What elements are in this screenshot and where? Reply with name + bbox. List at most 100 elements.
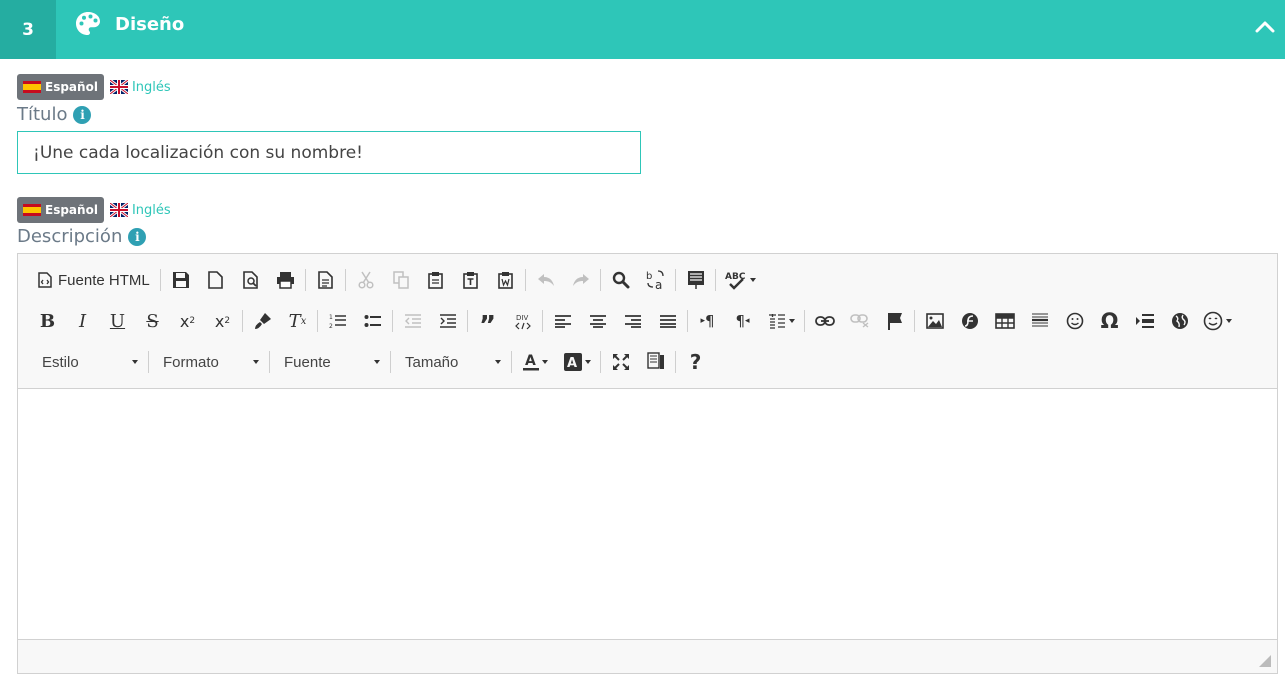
create-div-button[interactable]: DIV [505,306,540,336]
section-header[interactable]: 3 Diseño [0,0,1285,59]
info-icon[interactable]: i [73,105,92,124]
remove-format-button[interactable]: Tx [280,306,315,336]
cut-button[interactable] [348,265,383,295]
indent-button[interactable] [430,306,465,336]
smiley-icon [1066,312,1083,330]
toolbar-separator [345,269,346,291]
templates-button[interactable] [308,265,343,295]
print-icon [277,272,294,289]
align-left-button[interactable] [545,306,580,336]
blockquote-button[interactable]: ” [470,306,505,341]
copy-button[interactable] [383,265,418,295]
link-button[interactable] [807,306,842,336]
paste-word-icon [497,272,513,289]
paste-word-button[interactable] [488,265,523,295]
new-page-icon [208,271,223,289]
page-break-button[interactable] [1127,306,1162,336]
text-direction-ltr-button[interactable]: ▸ ¶ [690,306,725,336]
show-blocks-button[interactable] [638,347,673,377]
chevron-up-icon[interactable] [1253,15,1277,39]
help-button[interactable]: ? [678,347,713,377]
outdent-button[interactable] [395,306,430,336]
align-center-icon [589,315,606,328]
align-right-button[interactable] [615,306,650,336]
template-icon [318,271,333,289]
link-icon [814,316,835,326]
copy-format-button[interactable] [245,306,280,336]
flag-icon [887,313,902,330]
chevron-down-icon [374,360,380,364]
format-combo[interactable]: Formato [151,347,267,377]
language-tab-english[interactable]: Inglés [109,79,171,95]
text-direction-rtl-button[interactable]: ¶ ◂ [725,306,760,336]
horizontal-rule-icon [1031,313,1048,327]
strikethrough-button[interactable]: S [135,306,170,336]
language-switcher-title: Español Inglés [17,74,171,100]
italic-button[interactable]: I [65,306,100,336]
language-tab-spanish[interactable]: Español [17,74,104,100]
style-combo[interactable]: Estilo [30,347,146,377]
toolbar-row-3: Estilo Formato Fuente Tamaño A A ? [30,347,713,377]
find-button[interactable] [603,265,638,295]
align-center-button[interactable] [580,306,615,336]
svg-text:DIV: DIV [516,314,528,322]
title-label-text: Título [17,104,68,125]
size-combo[interactable]: Tamaño [393,347,509,377]
editor-content-area[interactable] [18,389,1277,640]
language-tab-english[interactable]: Inglés [109,202,171,218]
svg-text:b: b [646,271,652,282]
chevron-down-icon [495,360,501,364]
smiley-button[interactable] [1057,306,1092,336]
undo-button[interactable] [528,265,563,295]
iframe-button[interactable] [1162,306,1197,336]
search-icon [612,271,629,289]
redo-button[interactable] [563,265,598,295]
indent-icon [439,314,456,328]
numbered-list-button[interactable]: 12 [320,306,355,336]
flash-button[interactable] [952,306,987,336]
emoji-button[interactable] [1197,306,1237,336]
table-button[interactable] [987,306,1022,336]
language-button[interactable] [760,306,802,336]
new-page-button[interactable] [198,265,233,295]
background-color-button[interactable]: A [556,347,598,377]
toolbar-separator [804,310,805,332]
toolbar-separator [600,269,601,291]
anchor-button[interactable] [877,306,912,336]
info-icon[interactable]: i [128,227,147,246]
save-button[interactable] [163,265,198,295]
language-label-english: Inglés [131,79,171,95]
maximize-button[interactable] [603,347,638,377]
language-label-spanish: Español [45,80,98,94]
font-combo[interactable]: Fuente [272,347,388,377]
special-char-button[interactable]: Ω [1092,306,1127,336]
replace-button[interactable]: ba [638,265,673,295]
source-html-button[interactable]: Fuente HTML [30,265,158,295]
align-right-icon [624,315,641,328]
text-color-button[interactable]: A [514,347,556,377]
bold-button[interactable]: B [30,306,65,336]
preview-button[interactable] [233,265,268,295]
toolbar-separator [317,310,318,332]
language-label-spanish: Español [45,203,98,217]
justify-button[interactable] [650,306,685,336]
subscript-button[interactable]: x2 [170,306,205,336]
language-label-english: Inglés [131,202,171,218]
print-button[interactable] [268,265,303,295]
font-combo-label: Fuente [284,353,331,371]
language-tab-spanish[interactable]: Español [17,197,104,223]
resize-handle-icon[interactable] [1259,655,1271,667]
unlink-button[interactable] [842,306,877,336]
horizontal-rule-button[interactable] [1022,306,1057,336]
image-button[interactable] [917,306,952,336]
spellcheck-button[interactable]: ABC [718,265,762,295]
uk-flag-icon [109,80,128,94]
paste-button[interactable] [418,265,453,295]
palette-icon [76,12,100,35]
title-input[interactable] [17,131,641,174]
paste-text-button[interactable] [453,265,488,295]
select-all-button[interactable] [678,265,713,295]
underline-button[interactable]: U [100,306,135,336]
bulleted-list-button[interactable] [355,306,390,336]
superscript-button[interactable]: x2 [205,306,240,336]
